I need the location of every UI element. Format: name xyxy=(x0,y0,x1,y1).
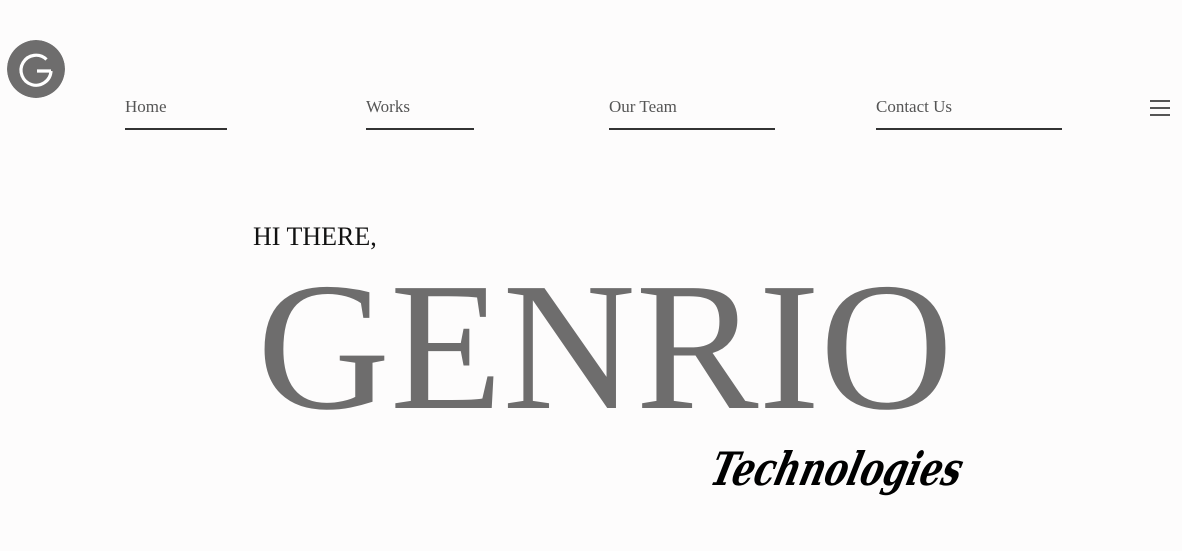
hero-brand-name: GENRIO xyxy=(257,245,953,448)
hero-tagline-text: Technologies xyxy=(706,443,966,497)
hero-brand-name-wrapper: GENRIO xyxy=(257,245,953,448)
hero-tagline: Technologies xyxy=(706,443,966,497)
